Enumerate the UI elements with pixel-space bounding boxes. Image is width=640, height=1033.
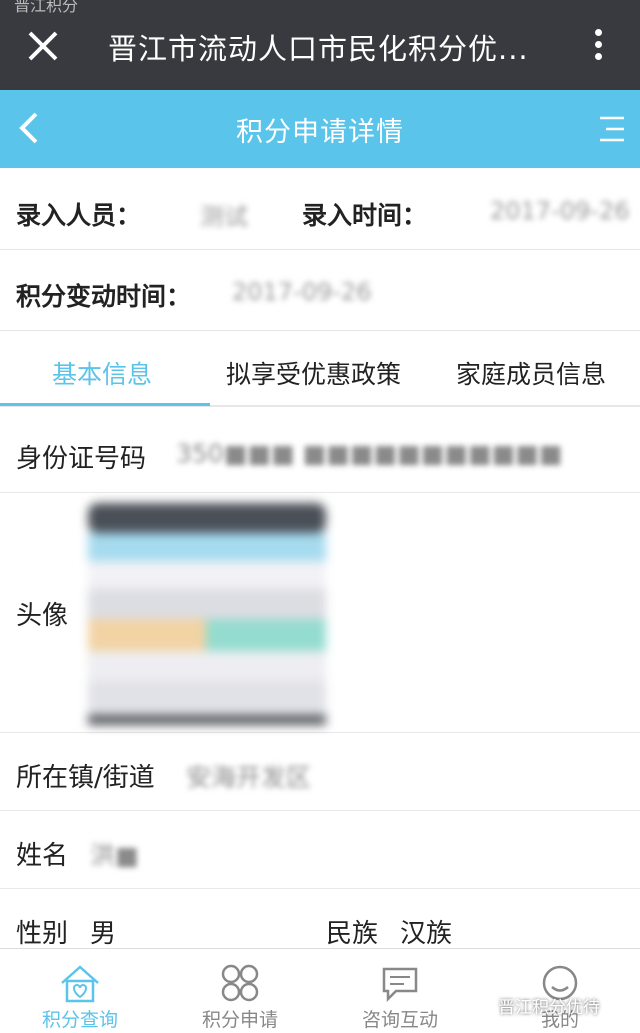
change-time-label: 积分变动时间： <box>16 282 192 311</box>
grid-icon <box>221 964 259 1002</box>
entry-time-value: 2017-09-26 <box>490 197 630 225</box>
wechat-title-bar: 晋江积分 晋江市流动人口市民化积分优... <box>0 0 640 90</box>
close-icon <box>28 31 58 61</box>
chat-icon <box>382 967 418 1003</box>
name-label: 姓名 <box>16 841 69 871</box>
bottom-nav: 积分查询 积分申请 咨询互动 我的 <box>0 948 640 1033</box>
id-number-value: 350■■■ ■■■■■■■■■■■ <box>176 439 563 468</box>
name-value: 洪■ <box>90 841 139 870</box>
tab-bar: 基本信息 拟享受优惠政策 家庭成员信息 <box>0 337 640 407</box>
nav-label-points-query: 积分查询 <box>41 1009 118 1031</box>
id-number-label: 身份证号码 <box>16 444 147 474</box>
town-value: 安海开发区 <box>186 763 312 792</box>
gender-ethnicity-row: 性别 男 民族 汉族 <box>0 889 640 949</box>
entry-time-label: 录入时间： <box>302 201 428 230</box>
town-label: 所在镇/街道 <box>16 763 155 793</box>
nav-points-apply[interactable]: 积分申请 <box>160 949 320 1033</box>
gender-value: 男 <box>90 919 117 949</box>
entry-info-row: 录入人员： 测试 录入时间： 2017-09-26 <box>0 170 640 250</box>
nav-label-consult: 咨询互动 <box>361 1009 438 1031</box>
recorder-value: 测试 <box>200 203 248 231</box>
change-time-row: 积分变动时间： 2017-09-26 <box>0 251 640 331</box>
menu-button[interactable] <box>598 114 626 144</box>
recorder-label: 录入人员： <box>16 201 142 230</box>
page-title: 积分申请详情 <box>236 117 404 148</box>
gender-label: 性别 <box>16 919 69 949</box>
wechat-page-title: 晋江市流动人口市民化积分优... <box>108 32 529 66</box>
nav-consult[interactable]: 咨询互动 <box>320 949 480 1033</box>
tab-basic-info[interactable]: 基本信息 <box>52 355 152 391</box>
menu-icon <box>600 116 624 142</box>
active-tab-indicator <box>0 403 210 406</box>
more-button[interactable] <box>584 26 612 68</box>
avatar-label: 头像 <box>16 601 69 631</box>
app-header: 积分申请详情 <box>0 90 640 168</box>
more-vertical-icon <box>584 29 612 60</box>
nav-points-query[interactable]: 积分查询 <box>0 949 160 1033</box>
house-icon <box>61 965 99 1003</box>
id-number-row: 身份证号码 350■■■ ■■■■■■■■■■■ <box>0 410 640 493</box>
avatar-image[interactable] <box>88 503 326 725</box>
watermark: 晋江积分优待 <box>498 998 600 1018</box>
nav-mine[interactable]: 我的 <box>480 949 640 1033</box>
change-time-value: 2017-09-26 <box>232 278 372 306</box>
name-row: 姓名 洪■ <box>0 811 640 889</box>
status-text: 晋江积分 <box>14 0 79 15</box>
close-button[interactable] <box>22 25 64 67</box>
tab-preferential-policies[interactable]: 拟享受优惠政策 <box>226 355 401 391</box>
ethnicity-label: 民族 <box>326 919 379 949</box>
tab-family-members[interactable]: 家庭成员信息 <box>456 355 606 391</box>
town-row: 所在镇/街道 安海开发区 <box>0 733 640 811</box>
ethnicity-value: 汉族 <box>400 919 453 949</box>
nav-label-points-apply: 积分申请 <box>201 1009 278 1031</box>
